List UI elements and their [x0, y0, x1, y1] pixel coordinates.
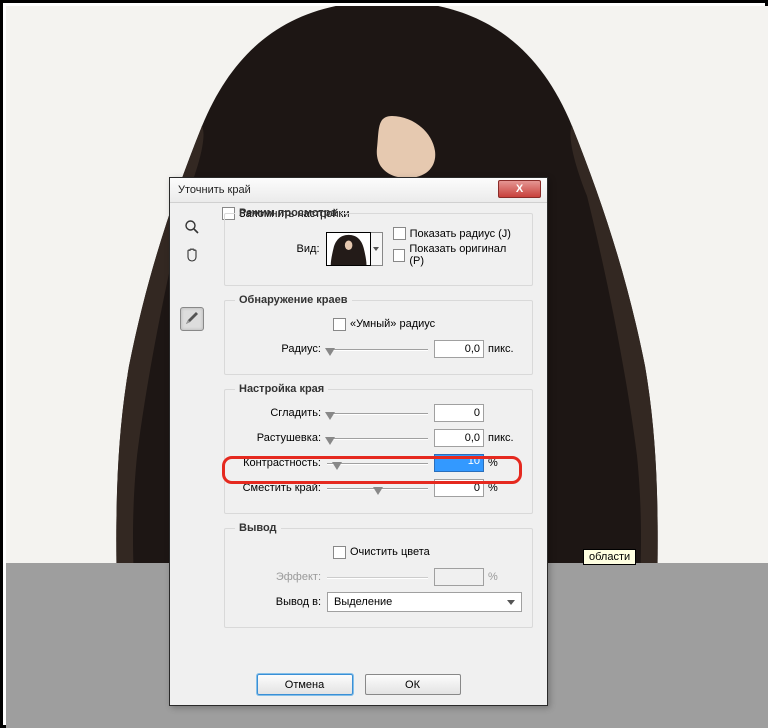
zoom-icon	[184, 219, 200, 235]
shift-unit: %	[488, 482, 522, 494]
adjust-edge-group: Настройка края Сгладить: Растушевка:	[224, 383, 533, 514]
app-frame: области Уточнить край X	[0, 0, 768, 728]
smooth-slider[interactable]	[327, 405, 428, 421]
brush-icon	[184, 311, 200, 327]
refine-brush-tool[interactable]	[180, 307, 204, 331]
window-title: Уточнить край	[178, 184, 251, 196]
radius-input[interactable]	[434, 340, 484, 358]
output-legend: Вывод	[235, 522, 281, 534]
feather-input[interactable]	[434, 429, 484, 447]
tooltip: области	[583, 549, 636, 565]
thumbnail-icon	[327, 233, 370, 265]
close-icon: X	[516, 183, 523, 195]
edges-legend: Обнаружение краев	[235, 294, 352, 306]
button-row: Отмена ОК	[170, 674, 547, 695]
hand-icon	[184, 247, 200, 263]
smooth-label: Сгладить:	[235, 407, 327, 419]
contrast-unit: %	[488, 457, 522, 469]
show-radius-checkbox[interactable]	[393, 227, 406, 240]
decontaminate-checkbox[interactable]	[333, 546, 346, 559]
viewmode-legend: Режим просмотра	[235, 207, 341, 219]
feather-slider[interactable]	[327, 430, 428, 446]
smart-radius-label: «Умный» радиус	[350, 318, 435, 330]
smart-radius-checkbox[interactable]	[333, 318, 346, 331]
tool-column	[180, 215, 214, 335]
edge-detection-group: Обнаружение краев «Умный» радиус Радиус:…	[224, 294, 533, 375]
effect-input	[434, 568, 484, 586]
adjust-legend: Настройка края	[235, 383, 328, 395]
effect-unit: %	[488, 571, 522, 583]
close-button[interactable]: X	[498, 180, 541, 198]
effect-slider	[327, 569, 428, 585]
dialog-body: Режим просмотра Вид:	[170, 203, 547, 705]
radius-label: Радиус:	[235, 343, 327, 355]
effect-label: Эффект:	[235, 571, 327, 583]
viewmode-group: Режим просмотра Вид:	[224, 207, 533, 286]
radius-unit: пикс.	[488, 343, 522, 355]
show-original-label: Показать оригинал (P)	[409, 243, 522, 267]
radius-slider[interactable]	[327, 341, 428, 357]
contrast-slider[interactable]	[327, 455, 428, 471]
hand-tool[interactable]	[180, 243, 204, 267]
view-dropdown[interactable]	[371, 232, 383, 266]
view-thumbnail[interactable]	[326, 232, 371, 266]
feather-unit: пикс.	[488, 432, 522, 444]
output-to-label: Вывод в:	[235, 596, 327, 608]
feather-label: Растушевка:	[235, 432, 327, 444]
shift-input[interactable]	[434, 479, 484, 497]
zoom-tool[interactable]	[180, 215, 204, 239]
shift-slider[interactable]	[327, 480, 428, 496]
shift-label: Сместить край:	[235, 482, 327, 494]
show-original-checkbox[interactable]	[393, 249, 406, 262]
output-combo[interactable]: Выделение	[327, 592, 522, 612]
output-group: Вывод Очистить цвета Эффект: %	[224, 522, 533, 628]
view-label: Вид:	[235, 243, 326, 255]
contrast-label: Контрастность:	[235, 457, 327, 469]
output-value: Выделение	[334, 596, 392, 608]
ok-button[interactable]: ОК	[365, 674, 461, 695]
contrast-input[interactable]: 10	[434, 454, 484, 472]
smooth-input[interactable]	[434, 404, 484, 422]
cancel-button[interactable]: Отмена	[257, 674, 353, 695]
content-area: Режим просмотра Вид:	[222, 207, 535, 636]
decontaminate-label: Очистить цвета	[350, 546, 430, 558]
refine-edge-dialog: Уточнить край X Режим	[169, 177, 548, 706]
titlebar[interactable]: Уточнить край X	[170, 178, 547, 203]
show-radius-label: Показать радиус (J)	[410, 228, 511, 240]
